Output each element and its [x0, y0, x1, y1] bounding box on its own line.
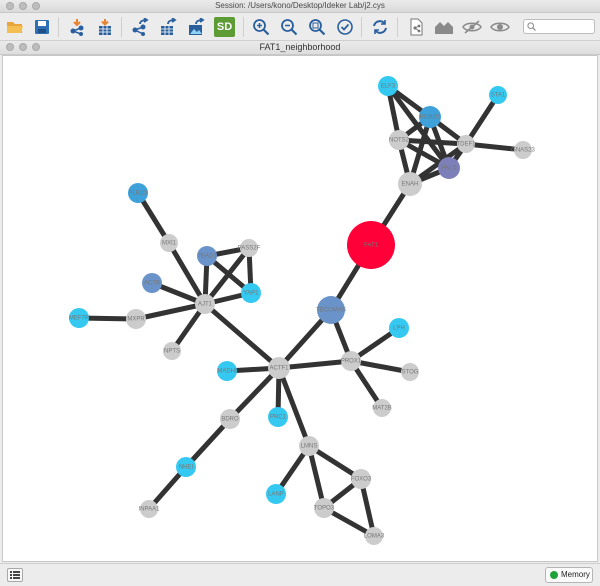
network-node-label: ROBO1 — [419, 115, 441, 121]
refresh-icon[interactable] — [369, 16, 391, 38]
import-table-icon[interactable] — [94, 16, 116, 38]
network-node-label: INPAA1 — [139, 507, 161, 513]
status-bar: Memory — [0, 563, 600, 586]
network-node-label: LOMA3 — [364, 534, 385, 540]
network-canvas[interactable]: ELF3 STA1 ROBO1 NOTS2 TDEF1 GNAS23 PALD ENAH FAT… — [2, 55, 598, 562]
network-node-label: MXI1 — [162, 241, 177, 247]
network-node-label: ENAH — [402, 182, 419, 188]
export-table-icon[interactable] — [157, 16, 179, 38]
network-node[interactable]: MXPR — [126, 309, 146, 329]
network-node[interactable]: MEF7R — [69, 308, 90, 328]
network-node-label: LPH — [393, 326, 405, 332]
network-node-label: MAT2B — [372, 406, 392, 412]
network-node-label: STA1 — [491, 93, 506, 99]
network-edge[interactable] — [276, 365, 312, 449]
sd-label: SD — [216, 21, 233, 33]
memory-label: Memory — [561, 570, 590, 579]
network-node[interactable]: BDRO — [220, 409, 240, 429]
window-title-bar: Session: /Users/kono/Desktop/Ideker Lab/… — [0, 0, 600, 13]
zoom-selected-icon[interactable] — [306, 16, 328, 38]
network-node[interactable]: FAT1 — [347, 221, 395, 269]
network-node-label: NOTS2 — [389, 138, 410, 144]
network-node[interactable]: GNAS23 — [511, 141, 535, 159]
network-node[interactable]: ENAH — [398, 172, 422, 196]
zoom-fit-icon[interactable] — [334, 16, 356, 38]
network-node[interactable]: NPTS — [163, 342, 181, 360]
zoom-out-icon[interactable] — [278, 16, 300, 38]
network-node-label: NHEI — [179, 465, 194, 471]
network-node[interactable]: NHEI — [176, 457, 196, 477]
open-folder-icon[interactable] — [4, 16, 26, 38]
home-icon[interactable] — [433, 16, 455, 38]
toolbar-separator — [361, 17, 362, 37]
network-node-label: FAT1 — [364, 243, 379, 249]
network-node-label: PASS2F — [238, 246, 261, 252]
toolbar-separator — [243, 17, 244, 37]
network-node-label: PLB1D — [128, 191, 148, 197]
network-node[interactable]: LPH — [389, 318, 409, 338]
network-node[interactable]: MADHI — [217, 361, 237, 381]
network-view-title-bar: FAT1_neighborhood — [0, 41, 600, 55]
toolbar: SD — [0, 13, 600, 41]
network-node[interactable]: ACTF1 — [268, 357, 290, 379]
search-input[interactable] — [523, 19, 595, 34]
network-node-label: MEF7R — [69, 316, 90, 322]
network-node-label: MXPR — [127, 317, 145, 323]
network-node-label: FOXO3 — [351, 477, 372, 483]
network-node[interactable]: STA1 — [489, 86, 507, 104]
new-network-from-selection-icon[interactable] — [405, 16, 427, 38]
network-node[interactable]: AJT1 — [195, 294, 215, 314]
network-node-label: PRC1 — [270, 415, 287, 421]
sd-icon[interactable]: SD — [214, 17, 235, 37]
network-node[interactable]: MXI1 — [160, 234, 178, 252]
network-node[interactable]: YAP1 — [241, 283, 261, 303]
network-node-label: TOPO3 — [314, 506, 335, 512]
network-node-label: ACTB — [144, 281, 160, 287]
memory-status-icon — [550, 571, 558, 579]
network-node[interactable]: LMNS — [299, 436, 319, 456]
export-network-icon[interactable] — [129, 16, 151, 38]
network-node-label: NPTS — [164, 349, 180, 355]
network-node[interactable]: FOXO3 — [351, 469, 372, 489]
network-node-label: ACTF1 — [269, 366, 289, 372]
show-icon[interactable] — [489, 16, 511, 38]
network-node-label: LMNS — [301, 444, 318, 450]
zoom-in-icon[interactable] — [250, 16, 272, 38]
network-title: FAT1_neighborhood — [259, 42, 341, 52]
task-list-button[interactable] — [7, 568, 23, 582]
hide-icon[interactable] — [461, 16, 483, 38]
network-node-label: TECOMAS — [316, 308, 346, 314]
network-graph[interactable]: ELF3 STA1 ROBO1 NOTS2 TDEF1 GNAS23 PALD ENAH FAT… — [3, 56, 598, 562]
save-icon[interactable] — [31, 16, 53, 38]
toolbar-separator — [397, 17, 398, 37]
network-node-label: LANP — [268, 492, 284, 498]
network-node[interactable]: PRC1 — [268, 407, 288, 427]
network-node-label: GNAS23 — [511, 148, 535, 154]
network-node[interactable]: ELF3 — [378, 76, 398, 96]
network-node-label: PROX1 — [341, 359, 362, 365]
network-node[interactable]: ACTB — [142, 273, 162, 293]
memory-button[interactable]: Memory — [545, 567, 593, 583]
import-network-icon[interactable] — [66, 16, 88, 38]
search-icon — [527, 22, 536, 35]
network-node-label: MADHI — [217, 369, 237, 375]
network-node-label: TEAD1 — [197, 254, 217, 260]
network-node-label: STOG — [402, 370, 419, 376]
window-title: Session: /Users/kono/Desktop/Ideker Lab/… — [215, 1, 385, 10]
export-image-icon[interactable] — [185, 16, 207, 38]
network-node[interactable]: ROBO1 — [419, 106, 441, 128]
network-node-label: BDRO — [221, 417, 239, 423]
network-node-label: TDEF1 — [456, 142, 476, 148]
network-node[interactable]: LANP — [266, 484, 286, 504]
network-edge[interactable] — [202, 301, 282, 371]
network-node-label: PALD — [441, 166, 457, 172]
network-node-label: AJT1 — [198, 302, 213, 308]
toolbar-separator — [121, 17, 122, 37]
network-node-label: YAP1 — [244, 291, 260, 297]
network-node-label: ELF3 — [381, 84, 396, 90]
toolbar-separator — [58, 17, 59, 37]
network-node[interactable]: STOG — [401, 363, 419, 381]
network-node[interactable]: PALD — [438, 157, 460, 179]
